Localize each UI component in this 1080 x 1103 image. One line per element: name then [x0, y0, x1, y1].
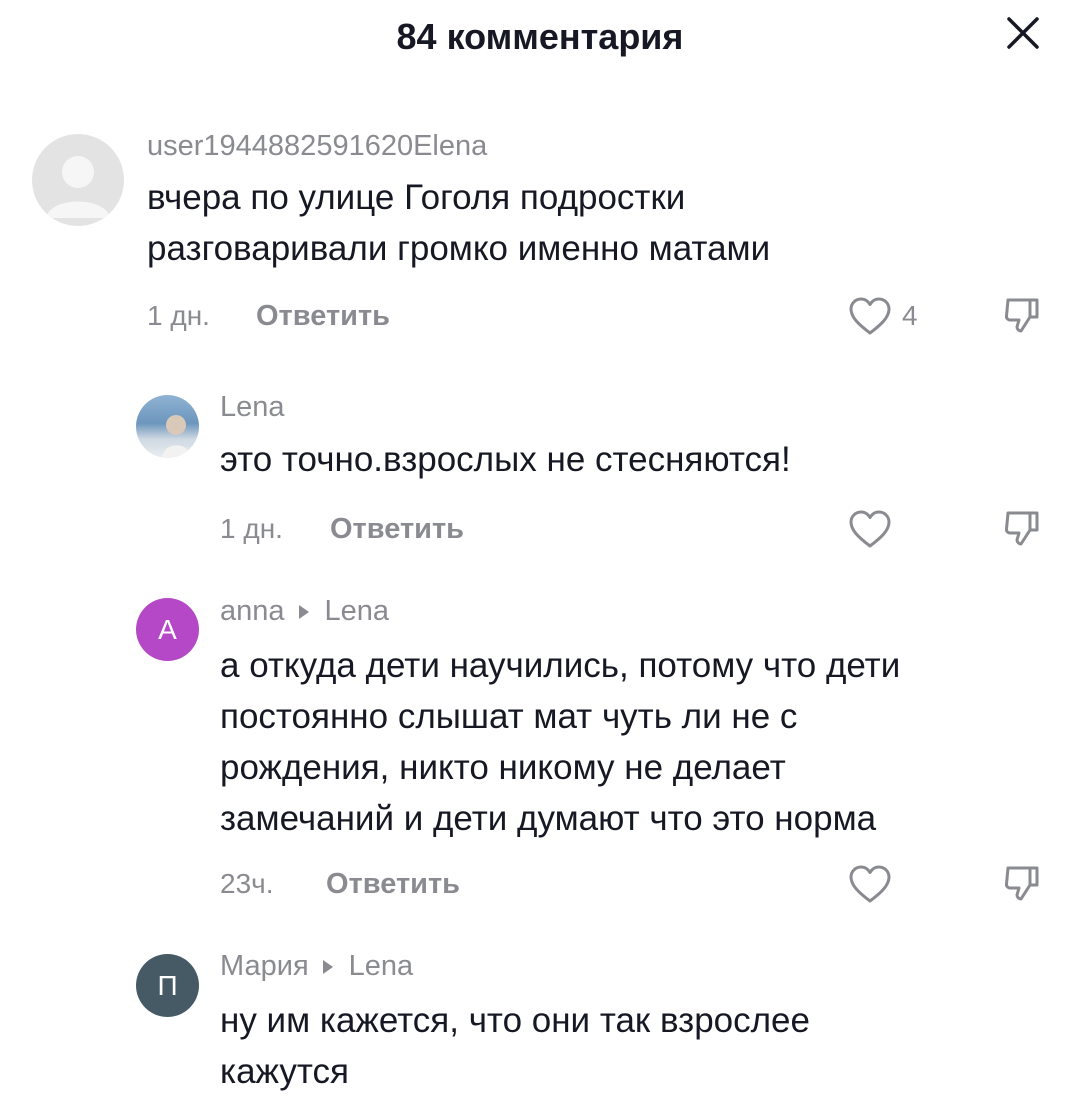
- reply-button[interactable]: Ответить: [326, 862, 460, 906]
- avatar[interactable]: [32, 134, 124, 226]
- heart-icon: [849, 865, 891, 903]
- like-button[interactable]: [848, 862, 892, 906]
- avatar[interactable]: A: [136, 598, 199, 661]
- close-button[interactable]: [1000, 10, 1046, 56]
- reply-to-username[interactable]: Lena: [349, 950, 414, 983]
- comments-header: 84 комментария: [0, 0, 1080, 80]
- like-button[interactable]: 4: [848, 294, 918, 338]
- like-button[interactable]: [848, 507, 892, 551]
- avatar-letter: A: [158, 613, 177, 645]
- comment-username[interactable]: Lena: [220, 391, 285, 424]
- comment-text: это точно.взрослых не стесняются!: [220, 440, 791, 479]
- profile-photo: [162, 415, 192, 458]
- comment-meta: 23ч. Ответить: [0, 862, 1080, 906]
- heart-icon: [849, 297, 891, 335]
- comment-username[interactable]: user1944882591620Elena: [147, 130, 487, 163]
- comment-username: Мария Lena: [220, 950, 413, 983]
- dislike-button[interactable]: [998, 294, 1046, 338]
- username-text[interactable]: user1944882591620Elena: [147, 130, 487, 163]
- avatar[interactable]: П: [136, 954, 199, 1017]
- username-text[interactable]: Lena: [220, 391, 285, 424]
- reply-button[interactable]: Ответить: [330, 507, 464, 551]
- comment-timestamp: 1 дн.: [220, 513, 283, 544]
- dislike-button[interactable]: [998, 507, 1046, 551]
- reply-button[interactable]: Ответить: [256, 294, 390, 338]
- comment-meta: 1 дн. Ответить 4: [0, 294, 1080, 338]
- comment-timestamp: 23ч.: [220, 868, 274, 899]
- dislike-button[interactable]: [998, 862, 1046, 906]
- comment-text: ну им кажется, что они так взрослее кажу…: [220, 1001, 810, 1091]
- username-text[interactable]: Мария: [220, 950, 309, 983]
- reply-arrow-icon: [298, 604, 309, 619]
- reply-arrow-icon: [322, 959, 333, 974]
- comment-text: а откуда дети научились, потому что дети…: [220, 646, 901, 838]
- comment-timestamp: 1 дн.: [147, 300, 210, 331]
- close-icon: [1007, 17, 1039, 49]
- reply-to-username[interactable]: Lena: [325, 595, 390, 628]
- thumbs-down-icon: [1004, 866, 1039, 901]
- username-text[interactable]: anna: [220, 595, 285, 628]
- comment-meta: 1 дн. Ответить: [0, 507, 1080, 551]
- comment-text: вчера по улице Гоголя подростки разговар…: [147, 178, 771, 268]
- avatar[interactable]: [136, 395, 199, 458]
- like-count: 4: [902, 300, 918, 331]
- thumbs-down-icon: [1004, 511, 1039, 546]
- user-placeholder-icon: [46, 156, 110, 218]
- thumbs-down-icon: [1004, 298, 1039, 333]
- comments-count-title: 84 комментария: [396, 16, 684, 57]
- avatar-letter: П: [157, 969, 178, 1001]
- heart-icon: [849, 510, 891, 548]
- comment-username: anna Lena: [220, 595, 389, 628]
